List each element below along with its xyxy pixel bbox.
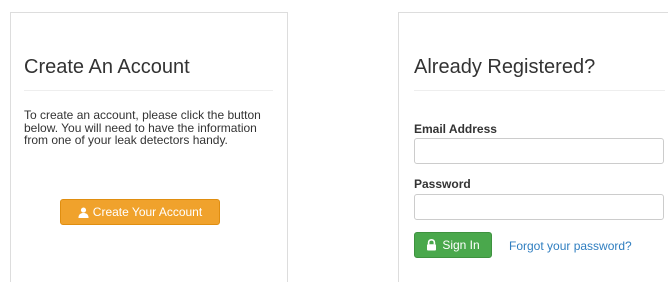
lock-icon [426, 239, 437, 251]
sign-in-button-label: Sign In [442, 238, 480, 252]
login-title: Already Registered? [414, 56, 596, 78]
password-field[interactable] [414, 194, 664, 220]
create-account-button-label: Create Your Account [92, 205, 203, 219]
divider [24, 90, 273, 91]
email-field[interactable] [414, 138, 664, 164]
create-account-intro: To create an account, please click the b… [24, 108, 261, 147]
sign-in-button[interactable]: Sign In [414, 232, 492, 258]
create-account-button[interactable]: Create Your Account [60, 199, 220, 225]
create-account-title: Create An Account [24, 56, 190, 78]
divider [414, 90, 665, 91]
user-icon [78, 207, 89, 218]
login-panel: Already Registered? Email Address Passwo… [398, 12, 668, 282]
email-label: Email Address [414, 122, 497, 136]
create-account-panel: Create An Account To create an account, … [10, 12, 288, 282]
forgot-password-link[interactable]: Forgot your password? [509, 239, 632, 253]
password-label: Password [414, 177, 471, 191]
